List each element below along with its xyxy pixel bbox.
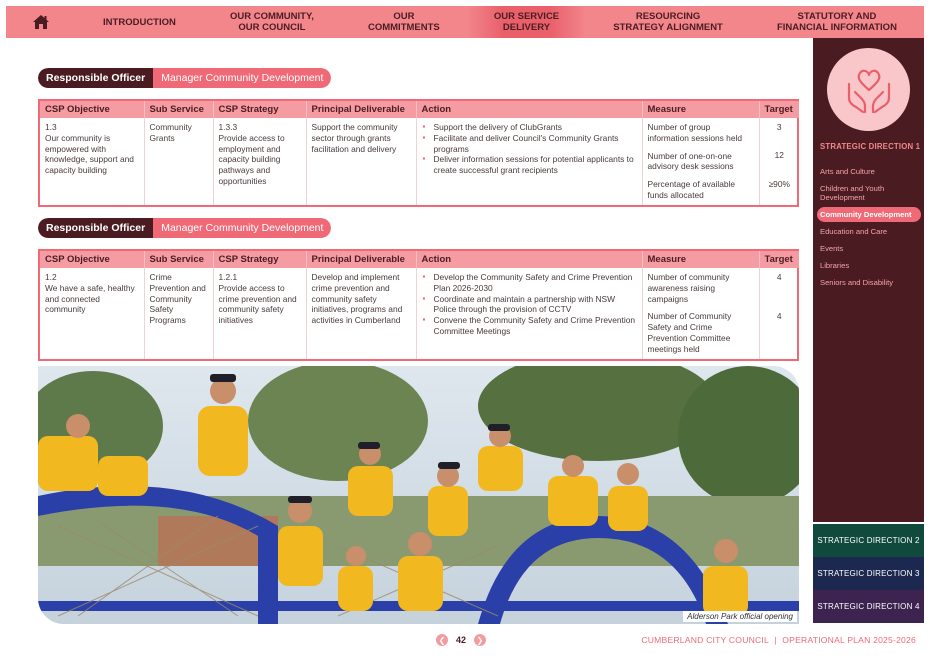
footer-org-name: CUMBERLAND CITY COUNCIL [641,635,769,645]
responsible-officer-badge: Responsible Officer Manager Community De… [38,218,332,238]
home-icon [33,15,49,29]
cell-strategy: 1.2.1 Provide access to crime prevention… [213,268,307,359]
sidebar-service-list: Arts and Culture Children and Youth Deve… [817,164,921,290]
community-photo: Alderson Park official opening [38,366,799,624]
target-value: 4 [776,272,782,282]
cell-objective: 1.2 We have a safe, healthy and connecte… [40,268,145,359]
header-measure: Measure [642,101,760,118]
sidebar-item-seniors-disability[interactable]: Seniors and Disability [817,275,921,290]
measure-item: Percentage of available funds allocated [647,179,736,200]
header-target: Target [759,101,799,118]
cell-targets: 3 12 ≥90% [759,118,799,205]
nav-our-commitments[interactable]: OUR COMMITMENTS [341,6,467,38]
measure-item: Number of community awareness raising ca… [647,272,730,304]
header-csp-strategy: CSP Strategy [213,101,307,118]
service-table-crime-prevention: CSP Objective Sub Service CSP Strategy P… [38,249,799,361]
action-item: Support the delivery of ClubGrants [422,122,637,133]
top-navigation: INTRODUCTION OUR COMMUNITY, OUR COUNCIL … [6,6,924,38]
target-value: 12 [774,150,784,160]
officer-value: Manager Community Development [153,218,332,238]
nav-introduction[interactable]: INTRODUCTION [76,6,203,38]
measure-item: Number of Community Safety and Crime Pre… [647,311,732,354]
home-button[interactable] [6,6,76,38]
sidebar-item-arts-culture[interactable]: Arts and Culture [817,164,921,179]
sidebar-item-community-development[interactable]: Community Development [817,207,921,222]
officer-label: Responsible Officer [38,68,154,88]
cell-deliverable: Develop and implement crime prevention a… [306,268,417,359]
sidebar-item-events[interactable]: Events [817,241,921,256]
header-csp-objective: CSP Objective [40,251,145,268]
cell-measures: Number of group information sessions hel… [642,118,760,205]
sidebar-item-libraries[interactable]: Libraries [817,258,921,273]
header-action: Action [416,251,643,268]
header-principal-deliverable: Principal Deliverable [306,101,417,118]
header-principal-deliverable: Principal Deliverable [306,251,417,268]
chevron-right-icon: ❯ [476,635,484,645]
page-navigation: ❮ 42 ❯ [436,634,487,646]
nav-statutory-financial[interactable]: STATUTORY AND FINANCIAL INFORMATION [750,6,924,38]
strategic-direction-4-tab[interactable]: STRATEGIC DIRECTION 4 [813,590,924,623]
target-value: 3 [776,122,782,132]
table-row: 1.3 Our community is empowered with know… [40,118,799,205]
cell-targets: 4 4 [759,268,799,359]
next-page-button[interactable]: ❯ [474,634,487,646]
photo-caption: Alderson Park official opening [683,611,797,622]
heart-hands-icon [827,48,910,131]
action-item: Convene the Community Safety and Crime P… [422,315,637,337]
header-sub-service: Sub Service [144,251,214,268]
header-csp-objective: CSP Objective [40,101,145,118]
page-number: 42 [456,635,467,645]
table-header-row: CSP Objective Sub Service CSP Strategy P… [40,251,799,268]
sidebar-item-children-youth[interactable]: Children and Youth Development [817,181,921,205]
cell-deliverable: Support the community sector through gra… [306,118,417,205]
strategic-direction-sidebar: STRATEGIC DIRECTION 1 Arts and Culture C… [813,38,924,522]
action-item: Deliver information sessions for potenti… [422,154,637,176]
target-value: ≥90% [768,179,790,189]
action-item: Develop the Community Safety and Crime P… [422,272,637,294]
nav-our-community[interactable]: OUR COMMUNITY, OUR COUNCIL [203,6,341,38]
cell-measures: Number of community awareness raising ca… [642,268,760,359]
action-item: Coordinate and maintain a partnership wi… [422,294,637,316]
nav-resourcing-strategy[interactable]: RESOURCING STRATEGY ALIGNMENT [586,6,750,38]
cell-sub-service: Community Grants [144,118,214,205]
officer-label: Responsible Officer [38,218,154,238]
service-table-grants: CSP Objective Sub Service CSP Strategy P… [38,99,799,207]
header-measure: Measure [642,251,760,268]
nav-our-service-delivery[interactable]: OUR SERVICE DELIVERY [466,6,587,38]
header-action: Action [416,101,643,118]
measure-item: Number of one-on-one advisory desk sessi… [647,150,734,172]
footer-plan-name: OPERATIONAL PLAN 2025-2026 [782,635,916,645]
measure-item: Number of group information sessions hel… [647,122,743,143]
strategic-direction-3-tab[interactable]: STRATEGIC DIRECTION 3 [813,557,924,590]
responsible-officer-badge: Responsible Officer Manager Community De… [38,68,332,88]
cell-sub-service: Crime Prevention and Community Safety Pr… [144,268,214,359]
target-value: 4 [776,311,782,321]
strategic-direction-2-tab[interactable]: STRATEGIC DIRECTION 2 [813,524,924,557]
footer-org-title: CUMBERLAND CITY COUNCIL | OPERATIONAL PL… [641,635,916,645]
cell-actions: Support the delivery of ClubGrants Facil… [416,118,643,205]
table-header-row: CSP Objective Sub Service CSP Strategy P… [40,101,799,118]
previous-page-button[interactable]: ❮ [436,634,448,646]
photo-illustration [38,366,799,624]
officer-value: Manager Community Development [153,68,332,88]
table-row: 1.2 We have a safe, healthy and connecte… [40,268,799,359]
cell-objective: 1.3 Our community is empowered with know… [40,118,145,205]
footer-separator: | [774,635,777,645]
header-csp-strategy: CSP Strategy [213,251,307,268]
cell-actions: Develop the Community Safety and Crime P… [416,268,643,359]
header-target: Target [759,251,799,268]
action-item: Facilitate and deliver Council's Communi… [422,133,637,155]
strategic-direction-title: STRATEGIC DIRECTION 1 [820,142,921,151]
header-sub-service: Sub Service [144,101,214,118]
sidebar-item-education-care[interactable]: Education and Care [817,224,921,239]
cell-strategy: 1.3.3 Provide access to employment and c… [213,118,307,205]
chevron-left-icon: ❮ [438,635,446,645]
